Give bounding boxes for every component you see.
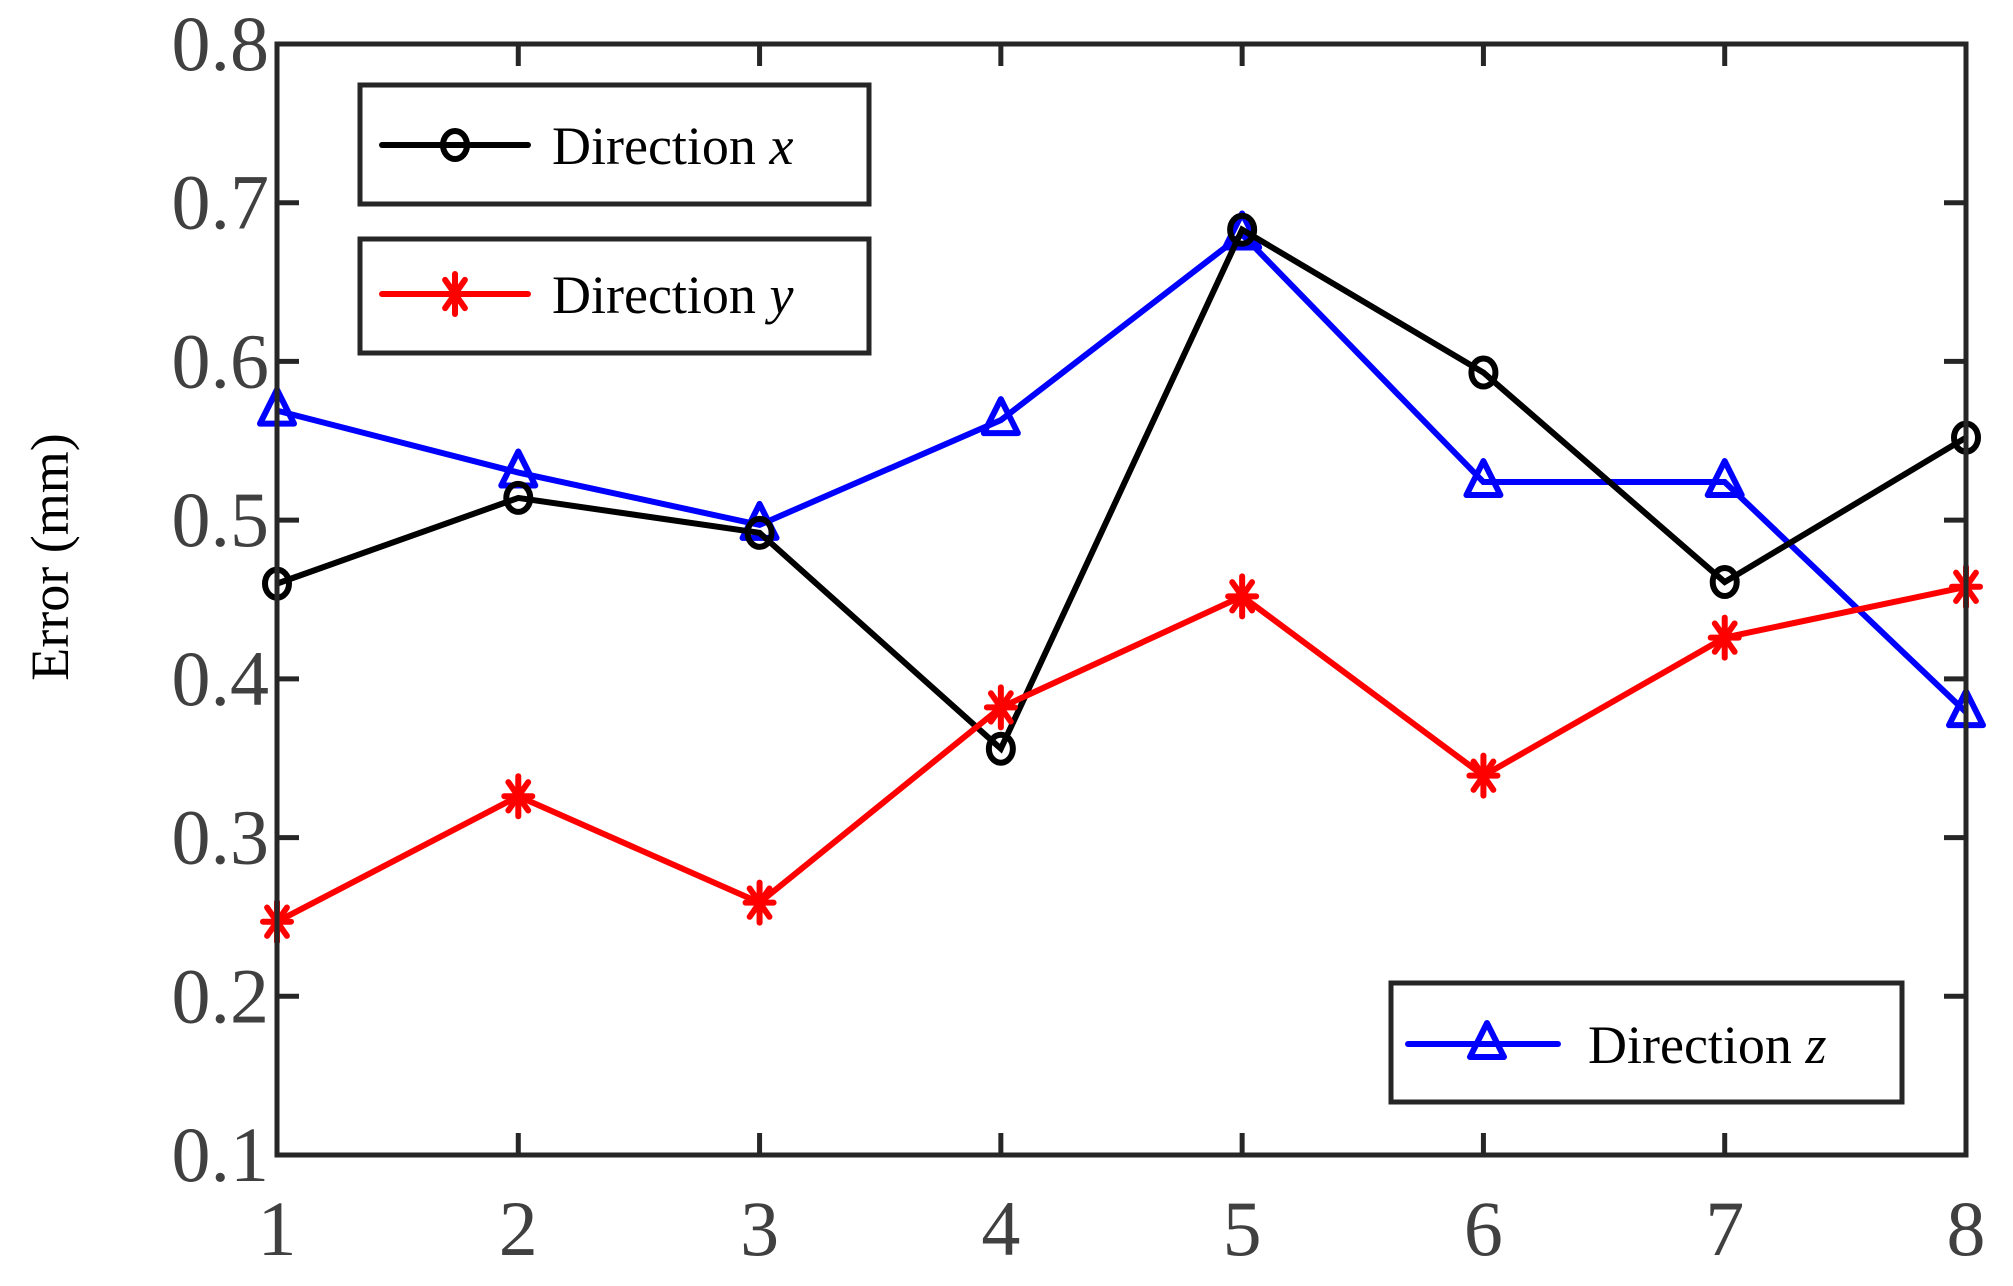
data-point-triangle: [980, 396, 1021, 437]
x-tick-label: 2: [499, 1185, 538, 1272]
x-tick-label: 6: [1464, 1185, 1503, 1272]
y-tick-label: 0.7: [172, 159, 270, 246]
data-point-triangle: [1704, 458, 1745, 499]
data-point-asterisk: [501, 773, 536, 820]
y-tick-label: 0.2: [172, 952, 270, 1039]
y-tick-label: 0.8: [172, 0, 270, 87]
legend-direction-y: Direction y: [357, 236, 872, 356]
data-point-asterisk: [742, 879, 777, 926]
legend-direction-z: Direction z: [1388, 980, 1905, 1105]
line-chart: 0.1 0.2 0.3 0.4 0.5 0.6 0.7 0.8 1 2 3 4 5 6 7 8 Error (…: [20, 0, 1986, 1272]
legend-label-z: Direction z: [1588, 1015, 1826, 1075]
y-tick-label: 0.6: [172, 317, 270, 404]
x-tick-label: 5: [1223, 1185, 1262, 1272]
x-tick-label: 4: [981, 1185, 1020, 1272]
asterisk-marker-icon: [438, 271, 472, 317]
data-point-asterisk: [1225, 573, 1260, 620]
x-tick-label: 3: [740, 1185, 779, 1272]
y-tick-label: 0.5: [172, 476, 270, 563]
legend-label-x: Direction x: [552, 116, 793, 176]
x-tick-label: 7: [1705, 1185, 1744, 1272]
y-tick-label: 0.4: [172, 635, 270, 722]
y-tick-label: 0.3: [172, 794, 270, 881]
data-point-asterisk: [1707, 614, 1742, 661]
data-point-asterisk: [1466, 752, 1501, 799]
y-tick-label: 0.1: [172, 1111, 270, 1198]
series-direction-y: [260, 563, 1983, 945]
y-axis-label: Error (mm): [20, 433, 80, 680]
data-point-asterisk: [983, 684, 1018, 731]
legend-asterisk-marker-icon: [438, 271, 472, 317]
legend-direction-x: Direction x: [357, 82, 872, 207]
legend-label-y: Direction y: [552, 265, 793, 325]
x-tick-label: 8: [1947, 1185, 1986, 1272]
x-tick-label: 1: [258, 1185, 297, 1272]
